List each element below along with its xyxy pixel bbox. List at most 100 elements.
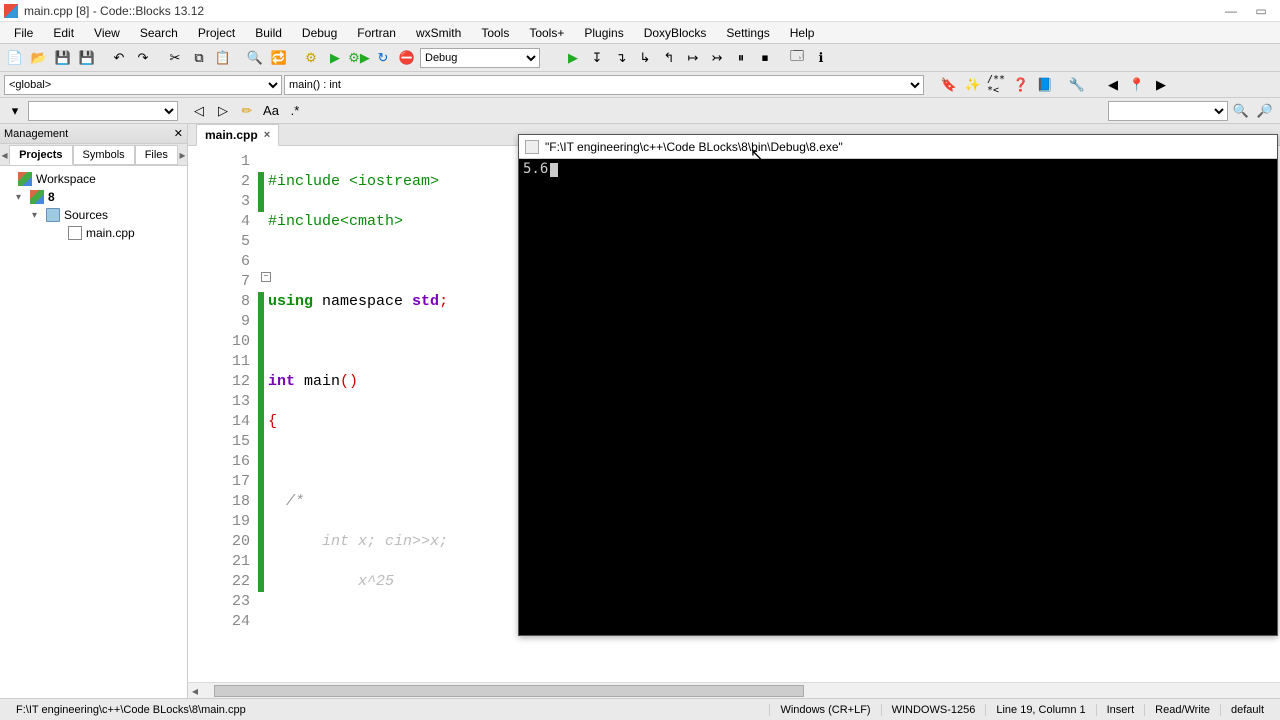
redo-icon[interactable]: ↷ — [132, 47, 154, 69]
find-icon[interactable]: 🔍 — [244, 47, 266, 69]
highlight-icon[interactable]: ✏ — [236, 100, 258, 122]
doxy-help-icon[interactable]: ❓ — [1010, 74, 1032, 96]
menu-build[interactable]: Build — [245, 23, 292, 43]
console-title: "F:\IT engineering\c++\Code BLocks\8\bin… — [545, 140, 843, 154]
break-icon[interactable]: ⏸ — [730, 47, 752, 69]
menu-fortran[interactable]: Fortran — [347, 23, 406, 43]
status-encoding: WINDOWS-1256 — [881, 704, 986, 716]
editor-tab[interactable]: main.cpp × — [196, 124, 279, 146]
save-icon[interactable]: 💾 — [52, 47, 74, 69]
tab-projects[interactable]: Projects — [9, 145, 72, 165]
menu-help[interactable]: Help — [780, 23, 825, 43]
project-tree[interactable]: Workspace ▾8 ▾Sources main.cpp — [0, 166, 187, 698]
tree-workspace[interactable]: Workspace — [36, 172, 96, 186]
next-instr-icon[interactable]: ↦ — [682, 47, 704, 69]
fold-toggle-icon[interactable]: − — [261, 272, 271, 282]
tab-files[interactable]: Files — [135, 145, 178, 165]
menu-tools[interactable]: Tools — [471, 23, 519, 43]
next-icon[interactable]: ▷ — [212, 100, 234, 122]
build-icon[interactable]: ⚙ — [300, 47, 322, 69]
replace-icon[interactable]: 🔁 — [268, 47, 290, 69]
step-instr-icon[interactable]: ↣ — [706, 47, 728, 69]
tree-file[interactable]: main.cpp — [86, 226, 135, 240]
build-run-icon[interactable]: ⚙▶ — [348, 47, 370, 69]
copy-icon[interactable]: ⧉ — [188, 47, 210, 69]
new-file-icon[interactable]: 📄 — [4, 47, 26, 69]
doxy-settings-icon[interactable]: 🔧 — [1066, 74, 1088, 96]
console-output[interactable]: 5.6 — [519, 159, 1277, 635]
paste-icon[interactable]: 📋 — [212, 47, 234, 69]
app-icon — [4, 4, 18, 18]
menu-file[interactable]: File — [4, 23, 43, 43]
console-window[interactable]: "F:\IT engineering\c++\Code BLocks\8\bin… — [518, 134, 1278, 636]
minimize-button[interactable]: ― — [1216, 4, 1246, 18]
close-tab-icon[interactable]: × — [264, 129, 270, 141]
step-into-icon[interactable]: ↳ — [634, 47, 656, 69]
nav-back-icon[interactable]: ◀ — [1102, 74, 1124, 96]
menu-search[interactable]: Search — [130, 23, 188, 43]
open-icon[interactable]: 📂 — [28, 47, 50, 69]
tab-symbols[interactable]: Symbols — [73, 145, 135, 165]
prev-icon[interactable]: ◁ — [188, 100, 210, 122]
scroll-left-icon[interactable]: ◂ — [0, 148, 9, 162]
doxy-chm-icon[interactable]: 📘 — [1034, 74, 1056, 96]
info-icon[interactable]: ℹ — [810, 47, 832, 69]
rebuild-icon[interactable]: ↻ — [372, 47, 394, 69]
regex-icon[interactable]: .* — [284, 100, 306, 122]
menu-plugins[interactable]: Plugins — [574, 23, 633, 43]
maximize-button[interactable]: ▭ — [1246, 4, 1276, 18]
menu-debug[interactable]: Debug — [292, 23, 347, 43]
tree-sources[interactable]: Sources — [64, 208, 108, 222]
doxy-comment-icon[interactable]: /** *< — [986, 74, 1008, 96]
status-path: F:\IT engineering\c++\Code BLocks\8\main… — [6, 704, 769, 716]
scope-select[interactable]: <global> — [4, 75, 282, 95]
thread-select[interactable] — [1108, 101, 1228, 121]
dropdown-icon[interactable]: ▾ — [4, 100, 26, 122]
function-select[interactable]: main() : int — [284, 75, 924, 95]
statusbar: F:\IT engineering\c++\Code BLocks\8\main… — [0, 698, 1280, 720]
stop-icon[interactable]: ⏹ — [754, 47, 776, 69]
editor-tab-label: main.cpp — [205, 128, 258, 142]
match-case-icon[interactable]: Aa — [260, 100, 282, 122]
zoom-in-icon[interactable]: 🔍 — [1230, 100, 1252, 122]
close-icon[interactable]: ✕ — [174, 127, 183, 140]
abort-icon[interactable]: ⛔ — [396, 47, 418, 69]
debug-windows-icon[interactable]: 🗔 — [786, 47, 808, 69]
nav-fwd-icon[interactable]: ▶ — [1150, 74, 1172, 96]
menu-wxsmith[interactable]: wxSmith — [406, 23, 471, 43]
next-line-icon[interactable]: ↴ — [610, 47, 632, 69]
scroll-right-icon[interactable]: ▸ — [178, 148, 187, 162]
doxy-icon[interactable]: 🔖 — [938, 74, 960, 96]
run-to-cursor-icon[interactable]: ↧ — [586, 47, 608, 69]
management-title: Management — [4, 128, 68, 140]
zoom-reset-icon[interactable]: 🔎 — [1254, 100, 1276, 122]
nav-location-icon[interactable]: 📍 — [1126, 74, 1148, 96]
debug-run-icon[interactable]: ▶ — [562, 47, 584, 69]
doxy-wizard-icon[interactable]: ✨ — [962, 74, 984, 96]
horizontal-scrollbar[interactable]: ◂ — [188, 682, 1280, 698]
cut-icon[interactable]: ✂ — [164, 47, 186, 69]
status-insert: Insert — [1096, 704, 1145, 716]
build-target-select[interactable]: Debug — [420, 48, 540, 68]
status-eol: Windows (CR+LF) — [769, 704, 880, 716]
gutter: 123456789101112131415161718192021222324 — [188, 146, 258, 698]
management-panel: Management ✕ ◂ Projects Symbols Files ▸ … — [0, 124, 188, 698]
status-readwrite: Read/Write — [1144, 704, 1220, 716]
menu-edit[interactable]: Edit — [43, 23, 84, 43]
menu-view[interactable]: View — [84, 23, 130, 43]
file-icon — [68, 226, 82, 240]
menu-project[interactable]: Project — [188, 23, 245, 43]
step-out-icon[interactable]: ↰ — [658, 47, 680, 69]
scroll-left-arrow-icon[interactable]: ◂ — [188, 684, 202, 698]
undo-icon[interactable]: ↶ — [108, 47, 130, 69]
run-icon[interactable]: ▶ — [324, 47, 346, 69]
save-all-icon[interactable]: 💾 — [76, 47, 98, 69]
menu-doxyblocks[interactable]: DoxyBlocks — [634, 23, 717, 43]
console-titlebar[interactable]: "F:\IT engineering\c++\Code BLocks\8\bin… — [519, 135, 1277, 159]
menu-toolsplus[interactable]: Tools+ — [519, 23, 574, 43]
window-title: main.cpp [8] - Code::Blocks 13.12 — [24, 4, 1216, 18]
tree-project[interactable]: 8 — [48, 190, 55, 204]
menu-settings[interactable]: Settings — [716, 23, 779, 43]
scrollbar-thumb[interactable] — [214, 685, 804, 697]
search-select[interactable] — [28, 101, 178, 121]
